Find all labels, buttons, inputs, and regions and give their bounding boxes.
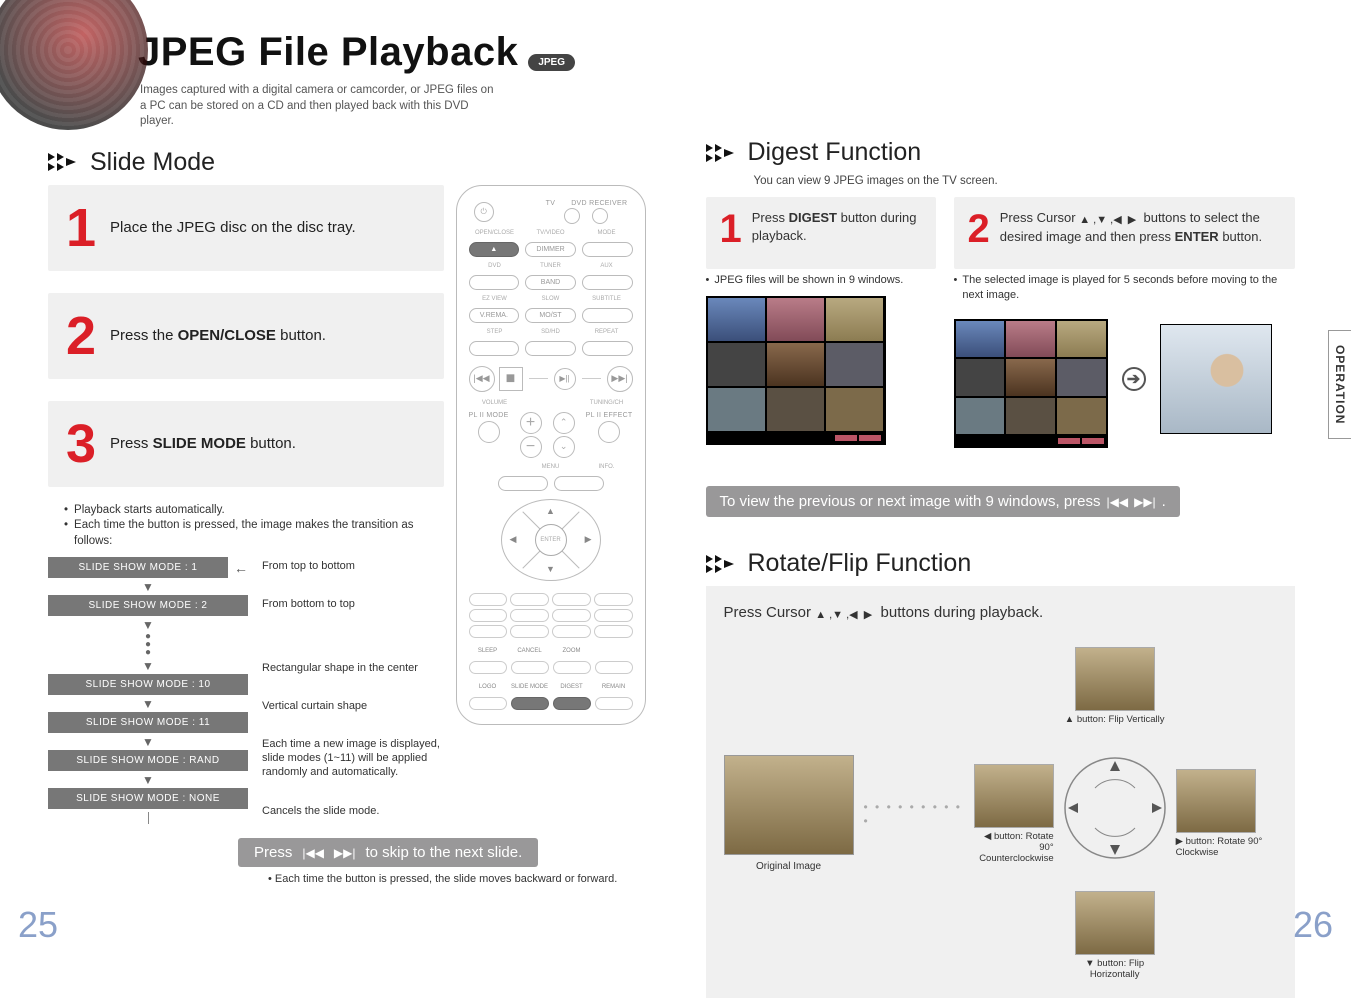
open-close-button: ▲ bbox=[469, 242, 520, 257]
step-1-text: Place the JPEG disc on the disc tray. bbox=[110, 219, 356, 236]
selected-image bbox=[1160, 324, 1272, 434]
skip-fwd-icon: ▶▶| bbox=[334, 846, 356, 860]
side-tab-operation: OPERATION bbox=[1328, 330, 1351, 439]
step-2-text: Press the OPEN/CLOSE button. bbox=[110, 327, 326, 344]
page-25: JPEG File Playback JPEG Images captured … bbox=[0, 0, 676, 954]
slide-mode-key bbox=[511, 697, 549, 710]
digest-section-title: Digest Function bbox=[706, 138, 1296, 167]
page-26: Digest Function You can view 9 JPEG imag… bbox=[676, 0, 1351, 954]
flip-horizontal: ▼ button: Flip Horizontally bbox=[1060, 891, 1170, 980]
step-3-text: Press SLIDE MODE button. bbox=[110, 435, 296, 452]
flip-vertical: ▲ button: Flip Vertically bbox=[1065, 647, 1165, 725]
mode-desc-none: Cancels the slide mode. bbox=[262, 805, 444, 817]
rotate-left: ◀ button: Rotate 90° Counterclockwise bbox=[974, 764, 1054, 864]
rotate-right: ▶ button: Rotate 90° Clockwise bbox=[1176, 769, 1277, 858]
loop-arrow-icon: ← bbox=[234, 560, 248, 576]
mode-desc-1: From top to bottom bbox=[262, 560, 444, 572]
dpad-arrows-icon bbox=[1060, 753, 1170, 863]
skip-back-icon: |◀◀ bbox=[469, 366, 495, 392]
rotate-instruction: Press Cursor ▲ ,▼ ,◀ ▶ buttons during pl… bbox=[724, 604, 1278, 621]
mode-desc-11: Vertical curtain shape bbox=[262, 700, 444, 712]
remote-illustration: ⏻ TV DVD RECEIVER OPEN/CLOSETV/VIDEOMODE… bbox=[456, 185, 646, 725]
section-icon bbox=[48, 149, 82, 175]
thumb-grid-left bbox=[706, 296, 886, 445]
mode-desc-rand: Each time a new image is displayed, slid… bbox=[262, 738, 444, 779]
page-number-left: 25 bbox=[18, 904, 58, 946]
digest-step2-note: •The selected image is played for 5 seco… bbox=[954, 273, 1296, 303]
skip-fwd-icon: ▶▶| bbox=[1134, 495, 1156, 509]
header: JPEG File Playback JPEG Images captured … bbox=[48, 30, 646, 130]
slide-mode-steps: 1 Place the JPEG disc on the disc tray. … bbox=[48, 185, 444, 825]
mode-pill-2: SLIDE SHOW MODE : 2 bbox=[48, 595, 248, 616]
mode-pill-10: SLIDE SHOW MODE : 10 bbox=[48, 674, 248, 695]
step-1: 1 Place the JPEG disc on the disc tray. bbox=[48, 185, 444, 271]
slide-show-mode-diagram: SLIDE SHOW MODE : 1 ← ▼ SLIDE SHOW MODE … bbox=[48, 557, 444, 824]
digest-step1-note: •JPEG files will be shown in 9 windows. bbox=[706, 273, 936, 288]
skip-back-icon: |◀◀ bbox=[1107, 495, 1129, 509]
mode-pill-none: SLIDE SHOW MODE : NONE bbox=[48, 788, 248, 809]
step-3-notes: •Playback starts automatically. •Each ti… bbox=[64, 503, 444, 550]
step-3: 3 Press SLIDE MODE button. bbox=[48, 401, 444, 487]
skip-tip: Press |◀◀ ▶▶| to skip to the next slide. bbox=[238, 838, 538, 867]
dpad: ▲ ▼ ◀ ▶ ENTER bbox=[501, 499, 601, 581]
jpeg-badge: JPEG bbox=[528, 54, 575, 71]
skip-note: • Each time the button is pressed, the s… bbox=[268, 873, 646, 885]
rotate-flip-box: Press Cursor ▲ ,▼ ,◀ ▶ buttons during pl… bbox=[706, 586, 1296, 998]
step-2: 2 Press the OPEN/CLOSE button. bbox=[48, 293, 444, 379]
arrow-right-icon: ➔ bbox=[1122, 367, 1146, 391]
page-number-right: 26 bbox=[1293, 904, 1333, 946]
rotate-section-title: Rotate/Flip Function bbox=[706, 549, 1296, 578]
page-title: JPEG File Playback bbox=[138, 30, 518, 75]
digest-step-1: 1 Press DIGEST button during playback. bbox=[706, 197, 936, 269]
digest-subtitle: You can view 9 JPEG images on the TV scr… bbox=[706, 175, 1296, 187]
mode-pill-1: SLIDE SHOW MODE : 1 bbox=[48, 557, 228, 578]
mode-pill-rand: SLIDE SHOW MODE : RAND bbox=[48, 750, 248, 771]
mode-desc-2: From bottom to top bbox=[262, 598, 444, 610]
prev-next-tip: To view the previous or next image with … bbox=[706, 486, 1180, 517]
digest-step-2: 2 Press Cursor ▲ ,▼ ,◀ ▶ buttons to sele… bbox=[954, 197, 1296, 269]
mode-pill-11: SLIDE SHOW MODE : 11 bbox=[48, 712, 248, 733]
mode-desc-10: Rectangular shape in the center bbox=[262, 662, 444, 674]
skip-back-icon: |◀◀ bbox=[302, 846, 324, 860]
original-image bbox=[724, 755, 854, 855]
dot-line: • • • • • • • • • • bbox=[864, 800, 964, 828]
thumb-grid-right bbox=[954, 319, 1108, 449]
digest-key bbox=[553, 697, 591, 710]
section-icon bbox=[706, 551, 740, 577]
slide-mode-section-title: Slide Mode bbox=[48, 148, 646, 177]
section-icon bbox=[706, 140, 740, 166]
skip-fwd-icon: ▶▶| bbox=[607, 366, 633, 392]
